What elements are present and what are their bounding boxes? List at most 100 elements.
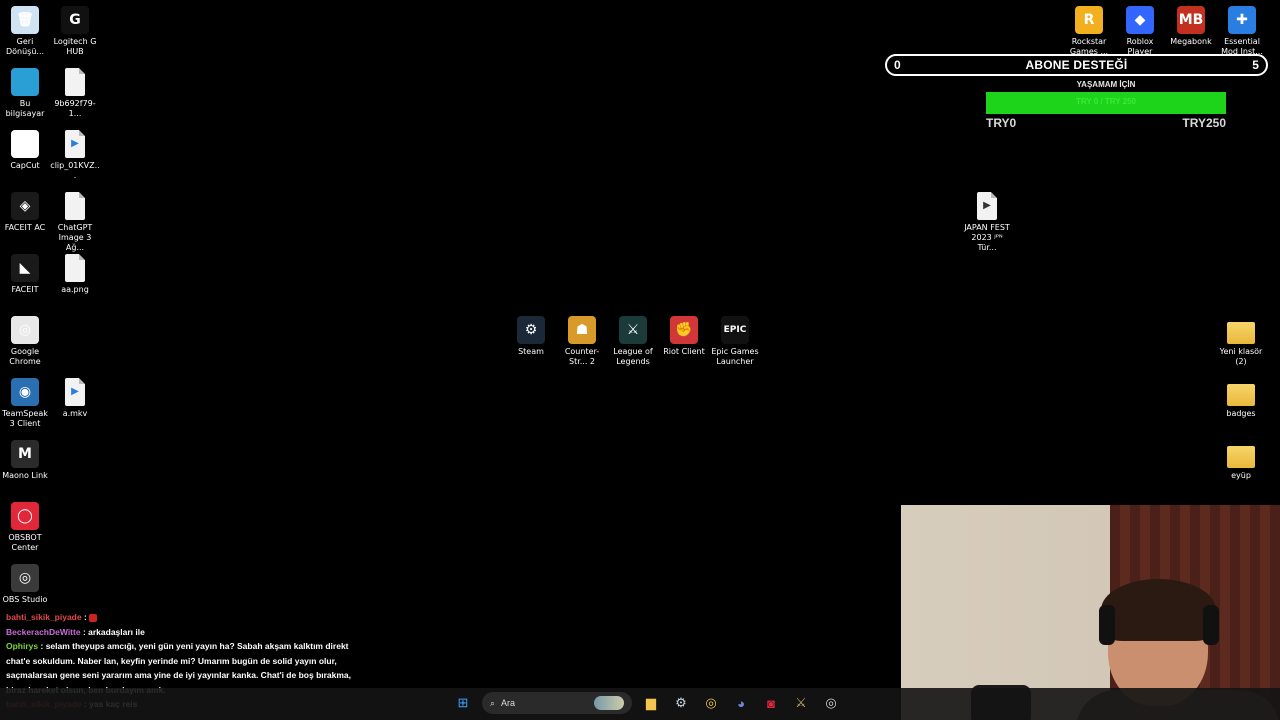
- desktop-icon-label: TeamSpeak 3 Client: [2, 409, 48, 428]
- desktop-icon[interactable]: ✚ Essential Mod Inst...: [1217, 6, 1267, 57]
- desktop-icon-label: FACEIT: [11, 285, 39, 294]
- video-file-icon: ▶: [65, 378, 85, 406]
- emote-icon: [89, 613, 98, 622]
- steam-taskbar-icon[interactable]: ⚙: [670, 692, 692, 714]
- desktop-icon[interactable]: ⚙ Steam: [506, 316, 556, 357]
- riot-icon: ✊: [670, 316, 698, 344]
- desktop-icon[interactable]: M Maono Link: [0, 440, 50, 481]
- desktop-icon[interactable]: Bu bilgisayar: [0, 68, 50, 119]
- desktop-icon[interactable]: ✂ CapCut: [0, 130, 50, 171]
- steam-icon: ⚙: [517, 316, 545, 344]
- discord-taskbar-icon[interactable]: ◕: [730, 692, 752, 714]
- chat-text: arkadaşları ile: [88, 626, 145, 637]
- desktop-icon-label: Maono Link: [2, 471, 48, 480]
- desktop-icon[interactable]: ◉ TeamSpeak 3 Client: [0, 378, 50, 429]
- subscriber-goal-bar: 0 ABONE DESTEĞİ 5: [885, 54, 1268, 76]
- desktop-icon[interactable]: ☗ Counter-Str... 2: [557, 316, 607, 367]
- desktop-icon-label: clip_01KVZ...: [50, 161, 100, 180]
- desktop-icon[interactable]: badges: [1216, 378, 1266, 419]
- desktop-icon[interactable]: ⚔ League of Legends: [608, 316, 658, 367]
- desktop-icon-label: Riot Client: [663, 347, 705, 356]
- desktop-icon-label: Logitech G HUB: [53, 37, 97, 56]
- chat-username: BeckerachDeWitte: [6, 626, 81, 637]
- logitech-icon: G: [61, 6, 89, 34]
- desktop-icon-label: aa.png: [61, 285, 89, 294]
- roblox-icon: ◆: [1126, 6, 1154, 34]
- cs2-icon: ☗: [568, 316, 596, 344]
- desktop-icon-label: Google Chrome: [9, 347, 41, 366]
- donation-goal-widget: YAŞAMAM İÇİN TRY 0 / TRY 250 TRY0 TRY250: [986, 80, 1226, 130]
- obs-taskbar-icon[interactable]: ◎: [820, 692, 842, 714]
- chat-username: bahti_sikik_piyade: [6, 612, 82, 622]
- desktop-icon[interactable]: ChatGPT Image 3 Ağ...: [50, 192, 100, 253]
- webcam-person-hair: [1101, 579, 1216, 641]
- desktop-icon[interactable]: ◎ OBS Studio: [0, 564, 50, 605]
- desktop-icon[interactable]: ◆ Roblox Player: [1115, 6, 1165, 57]
- obsbot-taskbar-icon[interactable]: ◙: [760, 692, 782, 714]
- desktop-icon[interactable]: R Rockstar Games ...: [1064, 6, 1114, 57]
- folder-icon: [1227, 384, 1255, 406]
- desktop-icon-label: FACEIT AC: [4, 223, 46, 232]
- folder-icon: [1227, 446, 1255, 468]
- headset-icon: [1099, 605, 1115, 645]
- desktop-icon[interactable]: G Logitech G HUB: [50, 6, 100, 57]
- image-file-icon: [65, 68, 85, 96]
- windows-start-icon[interactable]: ⊞: [452, 692, 474, 714]
- desktop-icon-label: Bu bilgisayar: [5, 99, 45, 118]
- desktop-icon-label: Epic Games Launcher: [711, 347, 759, 366]
- league-taskbar-icon[interactable]: ⚔: [790, 692, 812, 714]
- rockstar-icon: R: [1075, 6, 1103, 34]
- desktop-icon-label: 9b692f79-1...: [54, 99, 96, 118]
- chrome-taskbar-icon[interactable]: ◎: [700, 692, 722, 714]
- desktop-icon[interactable]: Yeni klasör (2): [1216, 316, 1266, 367]
- chat-message: BeckerachDeWitte : arkadaşları ile: [6, 625, 366, 640]
- desktop-icon-japan-fest[interactable]: ▶ JAPAN FEST 2023 ᴶᴾᴺ Tür...: [962, 192, 1012, 253]
- epic-icon: EPIC: [721, 316, 749, 344]
- desktop-icon[interactable]: ▶ clip_01KVZ...: [50, 130, 100, 181]
- desktop-icon-label: Geri Dönüşü...: [5, 37, 45, 56]
- desktop-icon-label: Yeni klasör (2): [1219, 347, 1263, 366]
- goal-min: 0: [894, 58, 901, 72]
- desktop-icon-label: OBSBOT Center: [8, 533, 42, 552]
- desktop-icon[interactable]: ◈ FACEIT AC: [0, 192, 50, 233]
- maono-icon: M: [11, 440, 39, 468]
- desktop-icon-label: ChatGPT Image 3 Ağ...: [57, 223, 93, 252]
- desktop-icon[interactable]: EPIC Epic Games Launcher: [710, 316, 760, 367]
- desktop-icon[interactable]: aa.png: [50, 254, 100, 295]
- donation-start: TRY0: [986, 116, 1017, 130]
- computer-icon: [11, 68, 39, 96]
- video-file-icon: ▶: [977, 192, 997, 220]
- desktop-icon[interactable]: 9b692f79-1...: [50, 68, 100, 119]
- desktop-icon-label: eyüp: [1231, 471, 1251, 480]
- image-file-icon: [65, 192, 85, 220]
- desktop-icon[interactable]: MB Megabonk: [1166, 6, 1216, 47]
- desktop-icon-label: CapCut: [10, 161, 40, 170]
- desktop-icon-label: badges: [1226, 409, 1256, 418]
- file-explorer-icon[interactable]: ▆: [640, 692, 662, 714]
- desktop-icon[interactable]: ▶ a.mkv: [50, 378, 100, 419]
- image-file-icon: [65, 254, 85, 282]
- taskbar-search[interactable]: ⌕ Ara: [482, 692, 632, 714]
- donation-end: TRY250: [1182, 116, 1226, 130]
- obs-icon: ◎: [11, 564, 39, 592]
- obsbot-icon: ◯: [11, 502, 39, 530]
- megabonk-icon: MB: [1177, 6, 1205, 34]
- desktop-icon[interactable]: eyüp: [1216, 440, 1266, 481]
- chat-separator: :: [81, 612, 90, 622]
- chat-message: bahti_sikik_piyade :: [6, 610, 366, 625]
- desktop-icon-label: OBS Studio: [2, 595, 48, 604]
- desktop-icon[interactable]: ◣ FACEIT: [0, 254, 50, 295]
- faceit-icon: ◣: [11, 254, 39, 282]
- chat-username: Ophirys: [6, 641, 39, 651]
- desktop-icon[interactable]: ✊ Riot Client: [659, 316, 709, 357]
- desktop-icon[interactable]: 🗑 Geri Dönüşü...: [0, 6, 50, 57]
- search-icon: ⌕: [490, 697, 496, 708]
- teamspeak-icon: ◉: [11, 378, 39, 406]
- desktop-icon-label: Megabonk: [1170, 37, 1212, 46]
- chat-text: selam theyups amcığı, yeni gün yeni yayı…: [6, 641, 352, 695]
- desktop-icon-label: JAPAN FEST 2023 ᴶᴾᴺ Tür...: [964, 223, 1010, 252]
- desktop-icon[interactable]: ◎ Google Chrome: [0, 316, 50, 367]
- headset-icon: [1203, 605, 1219, 645]
- desktop-icon[interactable]: ◯ OBSBOT Center: [0, 502, 50, 553]
- donation-bar-text: TRY 0 / TRY 250: [1075, 97, 1137, 106]
